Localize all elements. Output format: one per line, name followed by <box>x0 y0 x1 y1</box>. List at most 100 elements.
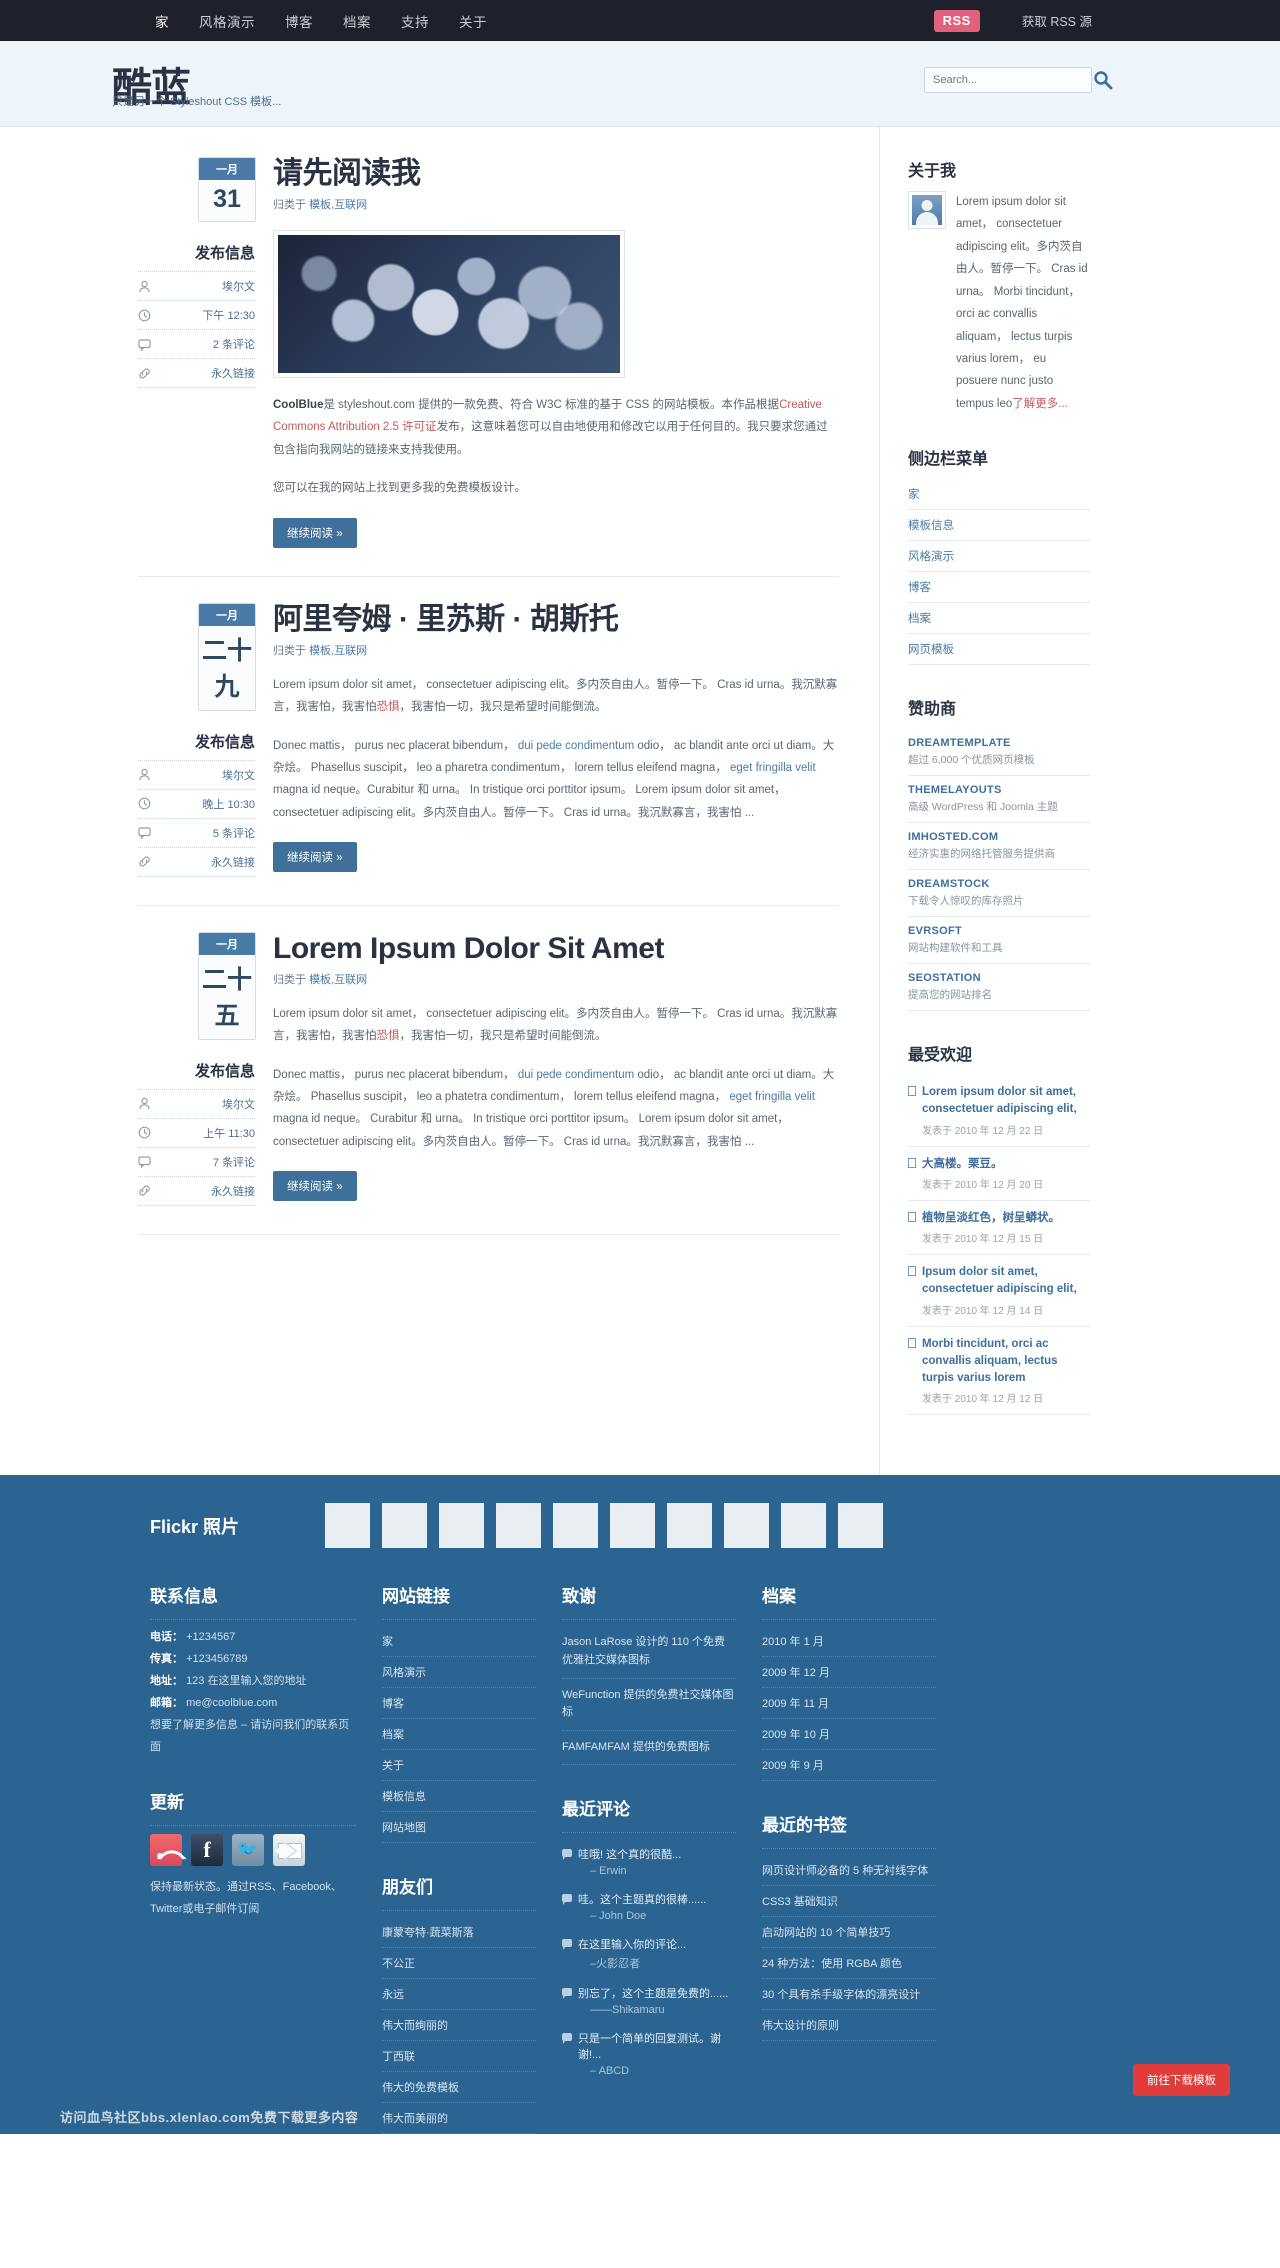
sidebar-item-template-info[interactable]: 模板信息 <box>908 510 1090 540</box>
sponsor-name[interactable]: SEOSTATION <box>908 972 1090 984</box>
list-item[interactable]: 2009 年 9 月 <box>762 1750 936 1782</box>
sidebar-item-blog[interactable]: 博客 <box>908 572 1090 602</box>
bookmark-link-6[interactable]: 伟大设计的原则 <box>762 2010 936 2042</box>
download-template-button[interactable]: 前往下载模板 <box>1133 2064 1230 2097</box>
popular-item[interactable]: 植物呈淡红色，树呈蟒状。 发表于 2010 年 12 月 15 日 <box>908 1201 1090 1256</box>
sponsor-name[interactable]: DREAMTEMPLATE <box>908 737 1090 749</box>
comment-item[interactable]: 在这里输入你的评论... –火影忍者 <box>562 1929 736 1978</box>
list-item[interactable]: 伟大而绚丽的 <box>382 2010 536 2042</box>
list-item[interactable]: 2009 年 12 月 <box>762 1657 936 1689</box>
post-title[interactable]: 阿里夸姆 · 里苏斯 · 胡斯托 <box>273 603 839 636</box>
meta-permalink[interactable]: 永久链接 <box>138 846 255 877</box>
archive-link-5[interactable]: 2009 年 9 月 <box>762 1750 936 1782</box>
list-item[interactable]: 博客 <box>382 1688 536 1720</box>
nav-item-about[interactable]: 关于 <box>459 11 487 31</box>
meta-comments[interactable]: 7 条评论 <box>138 1146 255 1176</box>
flickr-thumb[interactable] <box>553 1503 598 1549</box>
meta-author[interactable]: 埃尔文 <box>138 1088 255 1118</box>
sponsor-name[interactable]: THEMELAYOUTS <box>908 784 1090 796</box>
friend-link-2[interactable]: 不公正 <box>382 1948 536 1980</box>
rss-badge[interactable]: RSS <box>933 9 980 32</box>
flickr-thumb[interactable] <box>325 1503 370 1549</box>
read-more-button[interactable]: 继续阅读 » <box>273 517 357 548</box>
popular-item[interactable]: Lorem ipsum dolor sit amet, consectetuer… <box>908 1075 1090 1147</box>
friend-link-4[interactable]: 伟大而绚丽的 <box>382 2010 536 2042</box>
flickr-thumb[interactable] <box>667 1503 712 1549</box>
twitter-icon[interactable] <box>232 1834 264 1867</box>
popular-title[interactable]: Ipsum dolor sit amet, consectetuer adipi… <box>922 1264 1090 1299</box>
credit-item[interactable]: Jason LaRose 设计的 110 个免费优雅社交媒体图标 <box>562 1626 736 1679</box>
friend-link-1[interactable]: 康蒙夸特·蔬菜斯落 <box>382 1917 536 1949</box>
archive-link-4[interactable]: 2009 年 10 月 <box>762 1719 936 1751</box>
category-link-1[interactable]: 模板 <box>309 199 331 211</box>
list-item[interactable]: 24 种方法：使用 RGBA 颜色 <box>762 1948 936 1980</box>
sidebar-item-style-demo[interactable]: 风格演示 <box>908 541 1090 571</box>
list-item[interactable]: 档案 <box>382 1719 536 1751</box>
list-item[interactable]: 关于 <box>382 1750 536 1782</box>
flickr-thumb[interactable] <box>724 1503 769 1549</box>
footer-link-template-info[interactable]: 模板信息 <box>382 1781 536 1813</box>
search-box[interactable] <box>924 67 1113 93</box>
archive-link-1[interactable]: 2010 年 1 月 <box>762 1626 936 1658</box>
meta-permalink[interactable]: 永久链接 <box>138 1175 255 1206</box>
comment-item[interactable]: 哇。这个主题真的很棒...... – John Doe <box>562 1884 736 1929</box>
email-icon[interactable] <box>273 1834 305 1867</box>
list-item[interactable]: 康蒙夸特·蔬菜斯落 <box>382 1917 536 1949</box>
flickr-thumb[interactable] <box>838 1503 883 1549</box>
sponsor-item[interactable]: IMHOSTED.COM 经济实惠的网络托管服务提供商 <box>908 823 1090 871</box>
category-link-1[interactable]: 模板 <box>309 645 331 657</box>
list-item[interactable]: 模板信息 <box>908 510 1090 542</box>
credit-item[interactable]: FAMFAMFAM 提供的免费图标 <box>562 1731 736 1766</box>
nav-item-blog[interactable]: 博客 <box>285 11 313 31</box>
list-item[interactable]: 风格演示 <box>382 1657 536 1689</box>
list-item[interactable]: 家 <box>908 479 1090 511</box>
nav-item-support[interactable]: 支持 <box>401 11 429 31</box>
sponsor-name[interactable]: EVRSOFT <box>908 925 1090 937</box>
sponsor-item[interactable]: SEOSTATION 提高您的网站排名 <box>908 964 1090 1012</box>
footer-link-home[interactable]: 家 <box>382 1626 536 1658</box>
footer-link-sitemap[interactable]: 网站地图 <box>382 1812 536 1844</box>
list-item[interactable]: 伟大设计的原则 <box>762 2010 936 2042</box>
footer-link-archive[interactable]: 档案 <box>382 1719 536 1751</box>
inline-link-2[interactable]: eget fringilla velit <box>729 1091 815 1103</box>
list-item[interactable]: 家 <box>382 1626 536 1658</box>
post-title[interactable]: 请先阅读我 <box>273 157 839 190</box>
list-item[interactable]: 网页模板 <box>908 634 1090 666</box>
email-value[interactable]: me@coolblue.com <box>186 1697 277 1709</box>
sidebar-item-home[interactable]: 家 <box>908 479 1090 509</box>
flickr-thumb[interactable] <box>610 1503 655 1549</box>
rss-icon[interactable] <box>150 1834 182 1867</box>
bookmark-link-4[interactable]: 24 种方法：使用 RGBA 颜色 <box>762 1948 936 1980</box>
list-item[interactable]: 2009 年 10 月 <box>762 1719 936 1751</box>
friend-link-3[interactable]: 永远 <box>382 1979 536 2011</box>
sponsor-item[interactable]: EVRSOFT 网站构建软件和工具 <box>908 917 1090 965</box>
friend-link-5[interactable]: 丁西联 <box>382 2041 536 2073</box>
facebook-icon[interactable]: f <box>191 1834 223 1867</box>
flickr-thumb[interactable] <box>496 1503 541 1549</box>
flickr-thumb[interactable] <box>382 1503 427 1549</box>
list-item[interactable]: 模板信息 <box>382 1781 536 1813</box>
popular-item[interactable]: Morbi tincidunt, orci ac convallis aliqu… <box>908 1327 1090 1416</box>
list-item[interactable]: 博客 <box>908 572 1090 604</box>
popular-title[interactable]: Morbi tincidunt, orci ac convallis aliqu… <box>922 1336 1090 1388</box>
comment-item[interactable]: 只是一个简单的回复测试。谢谢!... – ABCD <box>562 2023 736 2084</box>
category-link-2[interactable]: 互联网 <box>334 645 367 657</box>
list-item[interactable]: 网页设计师必备的 5 种无衬线字体 <box>762 1855 936 1887</box>
credit-item[interactable]: WeFunction 提供的免费社交媒体图标 <box>562 1679 736 1731</box>
friend-link-6[interactable]: 伟大的免费模板 <box>382 2072 536 2104</box>
inline-link-1[interactable]: dui pede condimentum <box>518 1069 634 1081</box>
flickr-thumb[interactable] <box>781 1503 826 1549</box>
list-item[interactable]: 不公正 <box>382 1948 536 1980</box>
rss-feed-label[interactable]: 获取 RSS 源 <box>1022 11 1092 30</box>
meta-permalink[interactable]: 永久链接 <box>138 358 255 388</box>
list-item[interactable]: 丁西联 <box>382 2041 536 2073</box>
sidebar-item-web-templates[interactable]: 网页模板 <box>908 634 1090 664</box>
nav-item-archive[interactable]: 档案 <box>343 11 371 31</box>
post-thumbnail[interactable] <box>273 230 625 378</box>
nav-item-home[interactable]: 家 <box>155 11 169 31</box>
bookmark-link-5[interactable]: 30 个具有杀手级字体的漂亮设计 <box>762 1979 936 2011</box>
read-more-button[interactable]: 继续阅读 » <box>273 842 357 873</box>
list-item[interactable]: 2010 年 1 月 <box>762 1626 936 1658</box>
footer-link-style-demo[interactable]: 风格演示 <box>382 1657 536 1689</box>
meta-author[interactable]: 埃尔文 <box>138 271 255 300</box>
